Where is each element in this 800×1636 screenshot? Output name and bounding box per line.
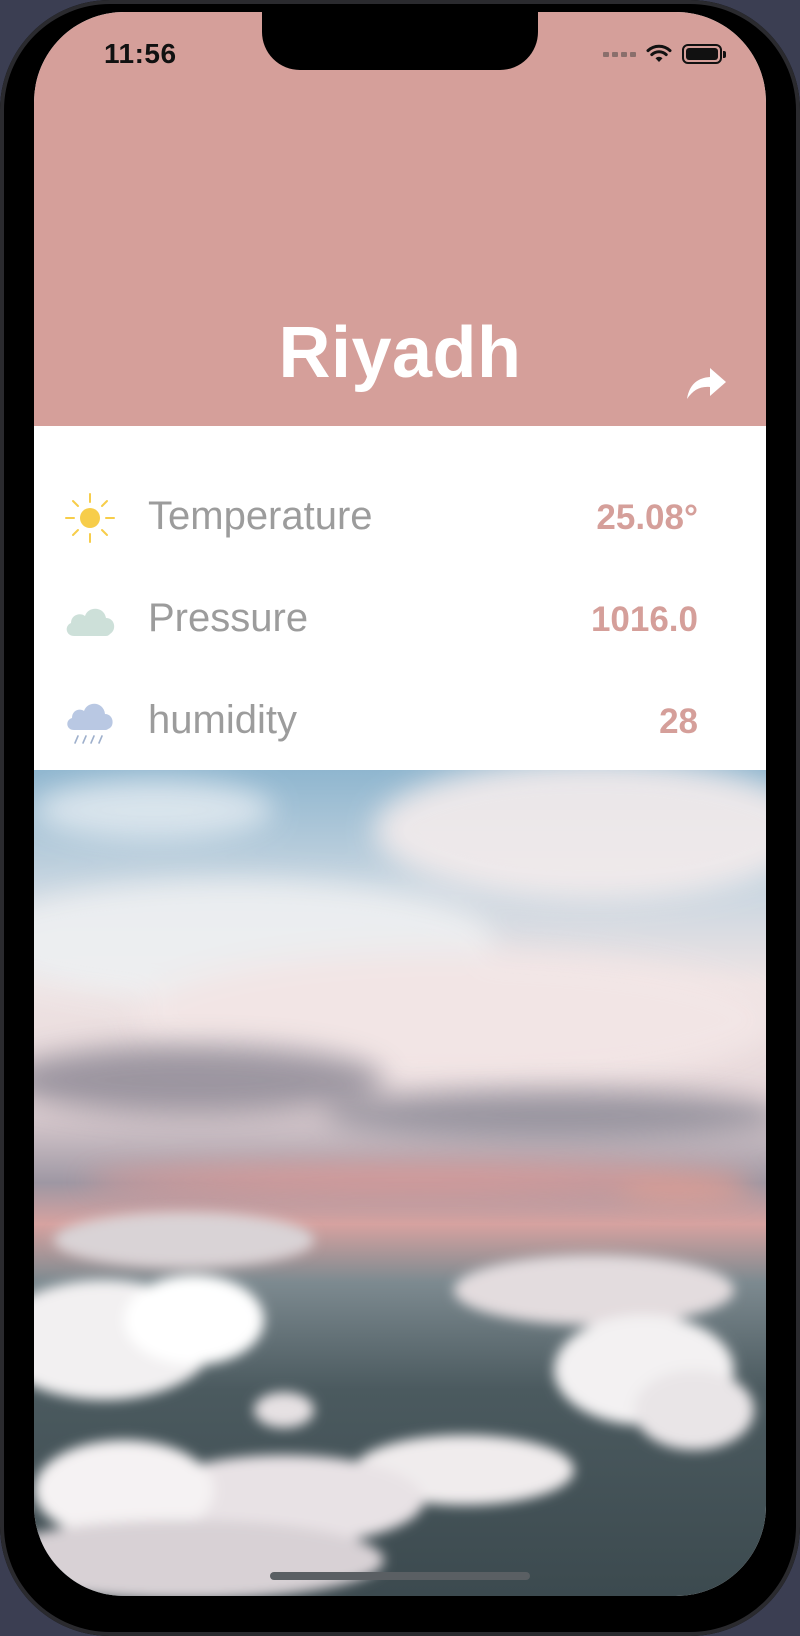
humidity-label: humidity [148, 698, 297, 742]
status-icons [603, 42, 726, 66]
weather-details-list: Temperature 25.08° Pressure 1016.0 humid… [34, 426, 766, 770]
app-screen: 11:56 Riyadh Temperature 25.08° Pressure… [34, 12, 766, 1596]
temperature-label: Temperature [148, 494, 373, 538]
temperature-value: 25.08° [596, 498, 698, 537]
pressure-label: Pressure [148, 596, 309, 640]
list-item-pressure: Pressure 1016.0 [34, 574, 766, 664]
wifi-icon [646, 44, 672, 62]
humidity-value: 28 [659, 702, 698, 741]
header: 11:56 Riyadh [34, 12, 766, 426]
pressure-value: 1016.0 [590, 600, 698, 639]
city-title: Riyadh [278, 313, 522, 393]
rain-cloud-icon [67, 703, 113, 744]
status-time: 11:56 [104, 38, 177, 69]
cloud-icon [66, 608, 115, 636]
battery-icon [682, 44, 726, 64]
sun-icon [65, 493, 115, 543]
sky-background-image [34, 770, 766, 1596]
cellular-signal-icon [603, 51, 636, 57]
list-item-temperature: Temperature 25.08° [34, 472, 766, 562]
home-indicator[interactable] [270, 1572, 530, 1580]
camera-notch [262, 12, 538, 70]
share-arrow-icon[interactable] [684, 364, 728, 404]
clouds-illustration [34, 770, 766, 1596]
list-item-humidity: humidity 28 [34, 676, 766, 766]
phone-frame: 11:56 Riyadh Temperature 25.08° Pressure… [0, 0, 800, 1636]
